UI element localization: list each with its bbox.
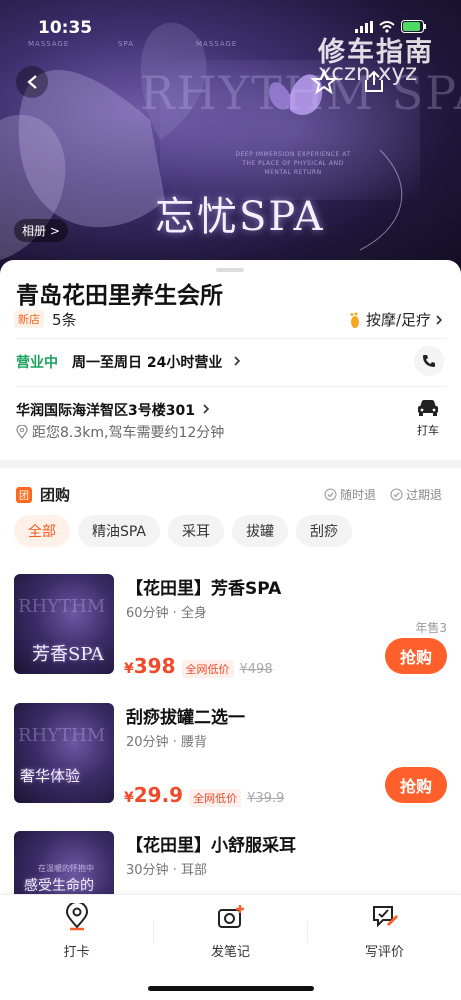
deal-price: ¥398 — [124, 654, 176, 678]
hero-label-massage-1: MASSAGE — [28, 40, 70, 48]
deal-name: 【花田里】芳香SPA — [126, 579, 282, 599]
share-icon — [365, 70, 383, 92]
deal-thumbnail-brand: 在温暖的怀抱中 — [38, 864, 94, 873]
store-info-card: 青岛花田里养生会所 新店 5条 按摩/足疗 营业中 周一至周日 24小时营业 华… — [0, 260, 461, 460]
store-name: 青岛花田里养生会所 — [16, 283, 223, 309]
camera-plus-icon — [217, 905, 244, 928]
deal-subtitle: 60分钟 · 全身 — [126, 606, 207, 621]
check-circle-icon — [324, 488, 337, 501]
check-circle-icon — [390, 488, 403, 501]
taxi-button[interactable]: 打车 — [410, 398, 446, 438]
section-gap — [0, 460, 461, 468]
distance-text: 距您8.3km,驾车需要约12分钟 — [32, 425, 225, 441]
write-review-label: 写评价 — [364, 945, 404, 960]
post-note-tab[interactable]: 发笔记 — [154, 903, 307, 960]
new-store-badge: 新店 — [14, 310, 44, 328]
open-status: 营业中 — [16, 355, 58, 371]
chevron-left-icon — [27, 75, 37, 89]
deal-price-value: 398 — [133, 654, 176, 678]
taxi-label: 打车 — [417, 424, 439, 437]
hero-banner[interactable]: MASSAGE SPA MASSAGE RHYTHM SPA DEEP IMME… — [0, 0, 461, 275]
review-count[interactable]: 5条 — [52, 309, 77, 330]
drag-handle[interactable] — [216, 268, 244, 272]
deal-thumbnail-brand: RHYTHM — [18, 725, 106, 746]
edit-review-icon — [372, 906, 398, 928]
deal-thumbnail-text: 芳香SPA — [32, 644, 104, 665]
deal-thumbnail: 在温暖的怀抱中 感受生命的 — [14, 831, 114, 894]
chip-cupping[interactable]: 拔罐 — [232, 515, 289, 547]
album-button[interactable]: 相册 > — [14, 219, 68, 242]
foot-icon — [350, 312, 359, 328]
checkin-label: 打卡 — [63, 945, 90, 960]
original-price: ¥39.9 — [247, 791, 285, 806]
divider — [16, 386, 445, 387]
deal-thumbnail: RHYTHM 芳香SPA — [14, 574, 114, 674]
distance-info: 距您8.3km,驾车需要约12分钟 — [16, 422, 224, 442]
status-time: 10:35 — [38, 18, 93, 38]
policy-label: 过期退 — [406, 488, 443, 502]
chevron-right-icon — [234, 356, 241, 366]
group-buy-header: 团 团购 — [16, 484, 70, 505]
deal-sales: 年售3 — [415, 621, 447, 635]
deal-subtitle: 30分钟 · 耳部 — [126, 863, 207, 878]
deal-item[interactable]: RHYTHM 奢华体验 刮痧拔罐二选一 20分钟 · 腰背 ¥29.9 全网低价… — [14, 703, 447, 807]
deal-item[interactable]: RHYTHM 芳香SPA 【花田里】芳香SPA 60分钟 · 全身 ¥398 全… — [14, 574, 447, 678]
call-button[interactable] — [414, 346, 444, 376]
chip-ear-cleaning[interactable]: 采耳 — [168, 515, 225, 547]
lowest-price-tag: 全网低价 — [189, 789, 242, 807]
car-icon — [418, 400, 438, 416]
hero-label-spa: SPA — [118, 40, 135, 48]
open-hours-text: 周一至周日 24小时营业 — [72, 355, 223, 371]
deal-name: 刮痧拔罐二选一 — [126, 708, 245, 728]
location-icon — [16, 425, 28, 439]
checkin-tab[interactable]: 打卡 — [0, 901, 153, 960]
star-icon — [310, 68, 338, 95]
category-link[interactable]: 按摩/足疗 — [348, 309, 443, 330]
deal-subtitle: 20分钟 · 腰背 — [126, 735, 207, 750]
lowest-price-tag: 全网低价 — [181, 660, 234, 678]
deal-price-row: ¥398 全网低价 ¥498 — [124, 654, 273, 678]
original-price: ¥498 — [239, 662, 273, 677]
chevron-right-icon — [203, 404, 209, 414]
hero-label-massage-2: MASSAGE — [196, 40, 238, 48]
favorite-button[interactable] — [310, 68, 338, 100]
deal-thumbnail-text: 感受生命的 — [24, 878, 94, 894]
category-label: 按摩/足疗 — [365, 311, 431, 329]
chip-essential-oil-spa[interactable]: 精油SPA — [78, 515, 161, 547]
address[interactable]: 华润国际海洋智区3号楼301 — [16, 400, 212, 420]
deal-thumbnail: RHYTHM 奢华体验 — [14, 703, 114, 803]
hero-title: 忘忧SPA — [155, 194, 325, 240]
deal-price-value: 29.9 — [133, 783, 184, 807]
bottom-action-bar: 打卡 发笔记 写评价 — [0, 894, 461, 1000]
location-pin-icon — [65, 901, 88, 931]
group-buy-title: 团购 — [40, 486, 71, 504]
chip-scraping[interactable]: 刮痧 — [296, 515, 353, 547]
buy-button[interactable]: 抢购 — [385, 638, 447, 674]
write-review-tab[interactable]: 写评价 — [308, 903, 461, 960]
policy-refund-expired: 过期退 — [390, 486, 442, 503]
deal-thumbnail-text: 奢华体验 — [20, 767, 81, 785]
deal-thumbnail-brand: RHYTHM — [18, 596, 106, 617]
deal-price-row: ¥29.9 全网低价 ¥39.9 — [124, 783, 284, 807]
deal-price: ¥29.9 — [124, 783, 184, 807]
deal-name: 【花田里】小舒服采耳 — [126, 836, 296, 856]
group-buy-icon: 团 — [16, 486, 32, 503]
home-indicator — [148, 986, 314, 991]
buy-button[interactable]: 抢购 — [385, 767, 447, 803]
chip-all[interactable]: 全部 — [14, 515, 70, 547]
back-button[interactable] — [16, 66, 48, 98]
filter-chips: 全部 精油SPA 采耳 拔罐 刮痧 — [14, 515, 353, 547]
chevron-right-icon — [436, 314, 443, 325]
hero-motto: DEEP IMMERSION EXPERIENCE AT THE PLACE O… — [235, 151, 351, 176]
deal-item[interactable]: 在温暖的怀抱中 感受生命的 【花田里】小舒服采耳 30分钟 · 耳部 — [14, 831, 447, 894]
address-text: 华润国际海洋智区3号楼301 — [16, 403, 195, 419]
share-button[interactable] — [360, 68, 388, 100]
policy-label: 随时退 — [340, 488, 377, 502]
phone-icon — [423, 355, 435, 367]
open-hours[interactable]: 周一至周日 24小时营业 — [72, 352, 243, 372]
policy-refund-anytime: 随时退 — [324, 486, 376, 503]
divider — [16, 338, 445, 339]
post-note-label: 发笔记 — [210, 945, 250, 960]
